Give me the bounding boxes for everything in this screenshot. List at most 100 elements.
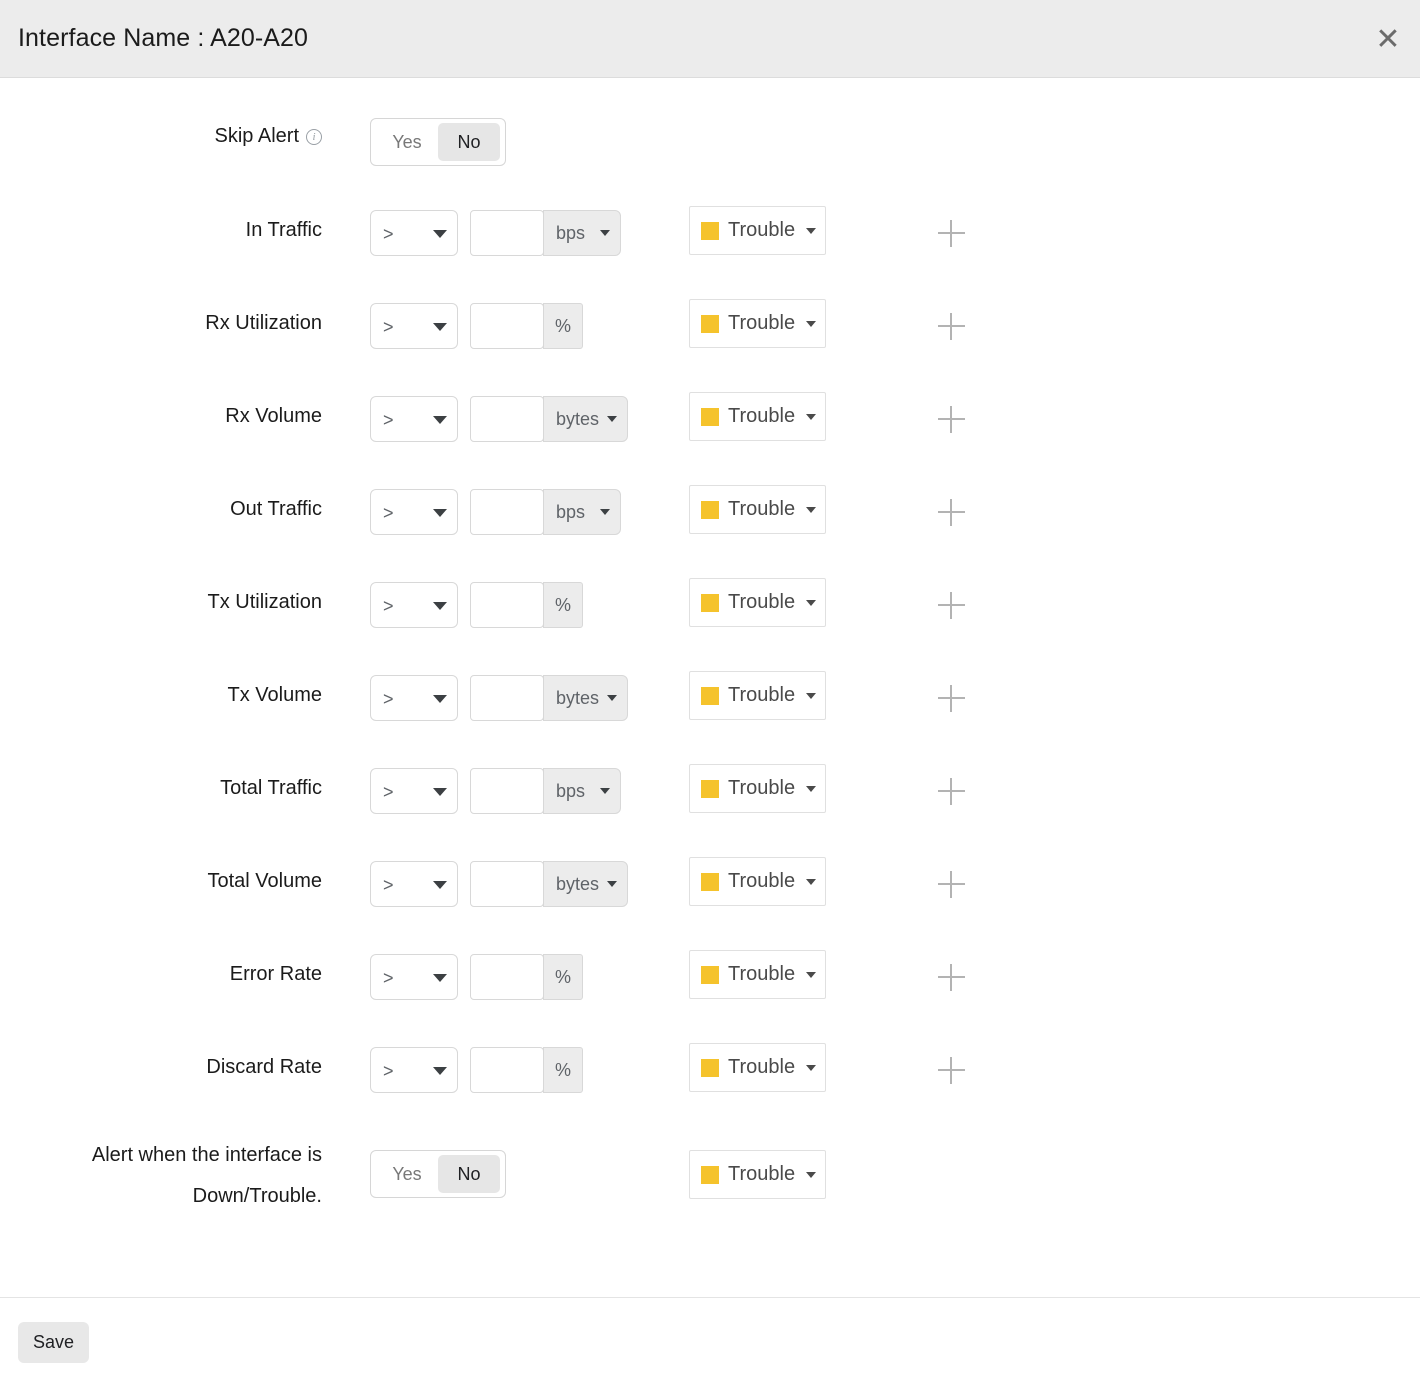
operator-select[interactable]: >: [370, 1047, 458, 1093]
severity-dropdown[interactable]: Trouble: [689, 206, 826, 255]
severity-dropdown[interactable]: Trouble: [689, 950, 826, 999]
chevron-down-icon: [607, 881, 617, 887]
operator-select[interactable]: >: [370, 861, 458, 907]
unit-select[interactable]: bps: [543, 768, 621, 814]
severity-dropdown[interactable]: Trouble: [689, 299, 826, 348]
threshold-row-label: Out Traffic: [0, 479, 322, 539]
chevron-down-icon: [806, 600, 816, 606]
close-icon[interactable]: ✕: [1368, 20, 1408, 60]
severity-label: Trouble: [728, 870, 795, 893]
threshold-value-group: bps: [470, 489, 621, 535]
add-threshold-button[interactable]: [938, 770, 966, 812]
severity-dropdown[interactable]: Trouble: [689, 671, 826, 720]
threshold-value-group: %: [470, 303, 583, 349]
operator-select[interactable]: >: [370, 489, 458, 535]
threshold-row: Rx Utilization >% Trouble: [0, 293, 1420, 353]
add-threshold-button[interactable]: [938, 491, 966, 533]
unit-label: bytes: [556, 688, 599, 709]
chevron-down-icon: [806, 693, 816, 699]
unit-select[interactable]: bytes: [543, 675, 628, 721]
chevron-down-icon: [433, 974, 447, 982]
save-button[interactable]: Save: [18, 1322, 89, 1363]
add-threshold-button[interactable]: [938, 212, 966, 254]
chevron-down-icon: [806, 321, 816, 327]
unit-label: bps: [556, 781, 585, 802]
chevron-down-icon: [433, 881, 447, 889]
severity-color-swatch: [701, 1059, 719, 1077]
threshold-row-label: Rx Utilization: [0, 293, 322, 353]
severity-dropdown[interactable]: Trouble: [689, 764, 826, 813]
down-trouble-label: Alert when the interface is Down/Trouble…: [0, 1136, 322, 1212]
operator-select[interactable]: >: [370, 582, 458, 628]
add-threshold-button[interactable]: [938, 863, 966, 905]
down-trouble-label-line1: Alert when the interface is: [92, 1138, 322, 1172]
operator-select[interactable]: >: [370, 210, 458, 256]
severity-label: Trouble: [728, 591, 795, 614]
add-threshold-button[interactable]: [938, 584, 966, 626]
threshold-value-input[interactable]: [470, 1047, 544, 1093]
operator-value: >: [383, 862, 394, 908]
operator-value: >: [383, 1048, 394, 1094]
severity-label: Trouble: [728, 1056, 795, 1079]
operator-select[interactable]: >: [370, 675, 458, 721]
unit-label: bytes: [556, 409, 599, 430]
add-threshold-button[interactable]: [938, 305, 966, 347]
down-trouble-toggle-yes[interactable]: Yes: [376, 1155, 438, 1193]
down-trouble-toggle[interactable]: Yes No: [370, 1150, 506, 1198]
severity-label: Trouble: [728, 684, 795, 707]
severity-dropdown[interactable]: Trouble: [689, 857, 826, 906]
threshold-value-input[interactable]: [470, 768, 544, 814]
threshold-row-label: Error Rate: [0, 944, 322, 1004]
down-trouble-severity-dropdown[interactable]: Trouble: [689, 1150, 826, 1199]
unit-select[interactable]: bytes: [543, 861, 628, 907]
threshold-value-input[interactable]: [470, 396, 544, 442]
threshold-value-input[interactable]: [470, 861, 544, 907]
threshold-value-group: %: [470, 582, 583, 628]
chevron-down-icon: [607, 416, 617, 422]
skip-alert-toggle[interactable]: Yes No: [370, 118, 506, 166]
chevron-down-icon: [806, 414, 816, 420]
skip-alert-toggle-no[interactable]: No: [438, 123, 500, 161]
severity-dropdown[interactable]: Trouble: [689, 1043, 826, 1092]
threshold-value-group: bps: [470, 768, 621, 814]
add-threshold-button[interactable]: [938, 398, 966, 440]
threshold-value-input[interactable]: [470, 489, 544, 535]
dialog-header: Interface Name : A20-A20 ✕: [0, 0, 1420, 78]
add-threshold-button[interactable]: [938, 677, 966, 719]
chevron-down-icon: [607, 695, 617, 701]
threshold-value-input[interactable]: [470, 954, 544, 1000]
severity-label: Trouble: [728, 405, 795, 428]
threshold-value-input[interactable]: [470, 675, 544, 721]
operator-select[interactable]: >: [370, 303, 458, 349]
add-threshold-button[interactable]: [938, 1049, 966, 1091]
severity-dropdown[interactable]: Trouble: [689, 578, 826, 627]
operator-value: >: [383, 304, 394, 350]
unit-select[interactable]: bps: [543, 210, 621, 256]
down-trouble-toggle-no[interactable]: No: [438, 1155, 500, 1193]
threshold-value-input[interactable]: [470, 303, 544, 349]
threshold-value-group: %: [470, 1047, 583, 1093]
severity-color-swatch: [701, 408, 719, 426]
unit-label: %: [555, 595, 571, 616]
threshold-row-label: Tx Volume: [0, 665, 322, 725]
threshold-value-group: bytes: [470, 861, 628, 907]
severity-dropdown[interactable]: Trouble: [689, 485, 826, 534]
unit-select[interactable]: bytes: [543, 396, 628, 442]
threshold-form: Skip Alert i Yes No In Traffic>bpsTroubl…: [0, 78, 1420, 1293]
severity-color-swatch: [701, 315, 719, 333]
threshold-value-input[interactable]: [470, 210, 544, 256]
unit-label: bytes: [556, 874, 599, 895]
skip-alert-toggle-yes[interactable]: Yes: [376, 123, 438, 161]
threshold-value-input[interactable]: [470, 582, 544, 628]
severity-label: Trouble: [728, 219, 795, 242]
chevron-down-icon: [433, 602, 447, 610]
add-threshold-button[interactable]: [938, 956, 966, 998]
operator-select[interactable]: >: [370, 768, 458, 814]
severity-label: Trouble: [728, 1163, 795, 1186]
operator-select[interactable]: >: [370, 396, 458, 442]
unit-select[interactable]: bps: [543, 489, 621, 535]
info-icon[interactable]: i: [306, 129, 322, 145]
operator-select[interactable]: >: [370, 954, 458, 1000]
operator-value: >: [383, 583, 394, 629]
severity-dropdown[interactable]: Trouble: [689, 392, 826, 441]
